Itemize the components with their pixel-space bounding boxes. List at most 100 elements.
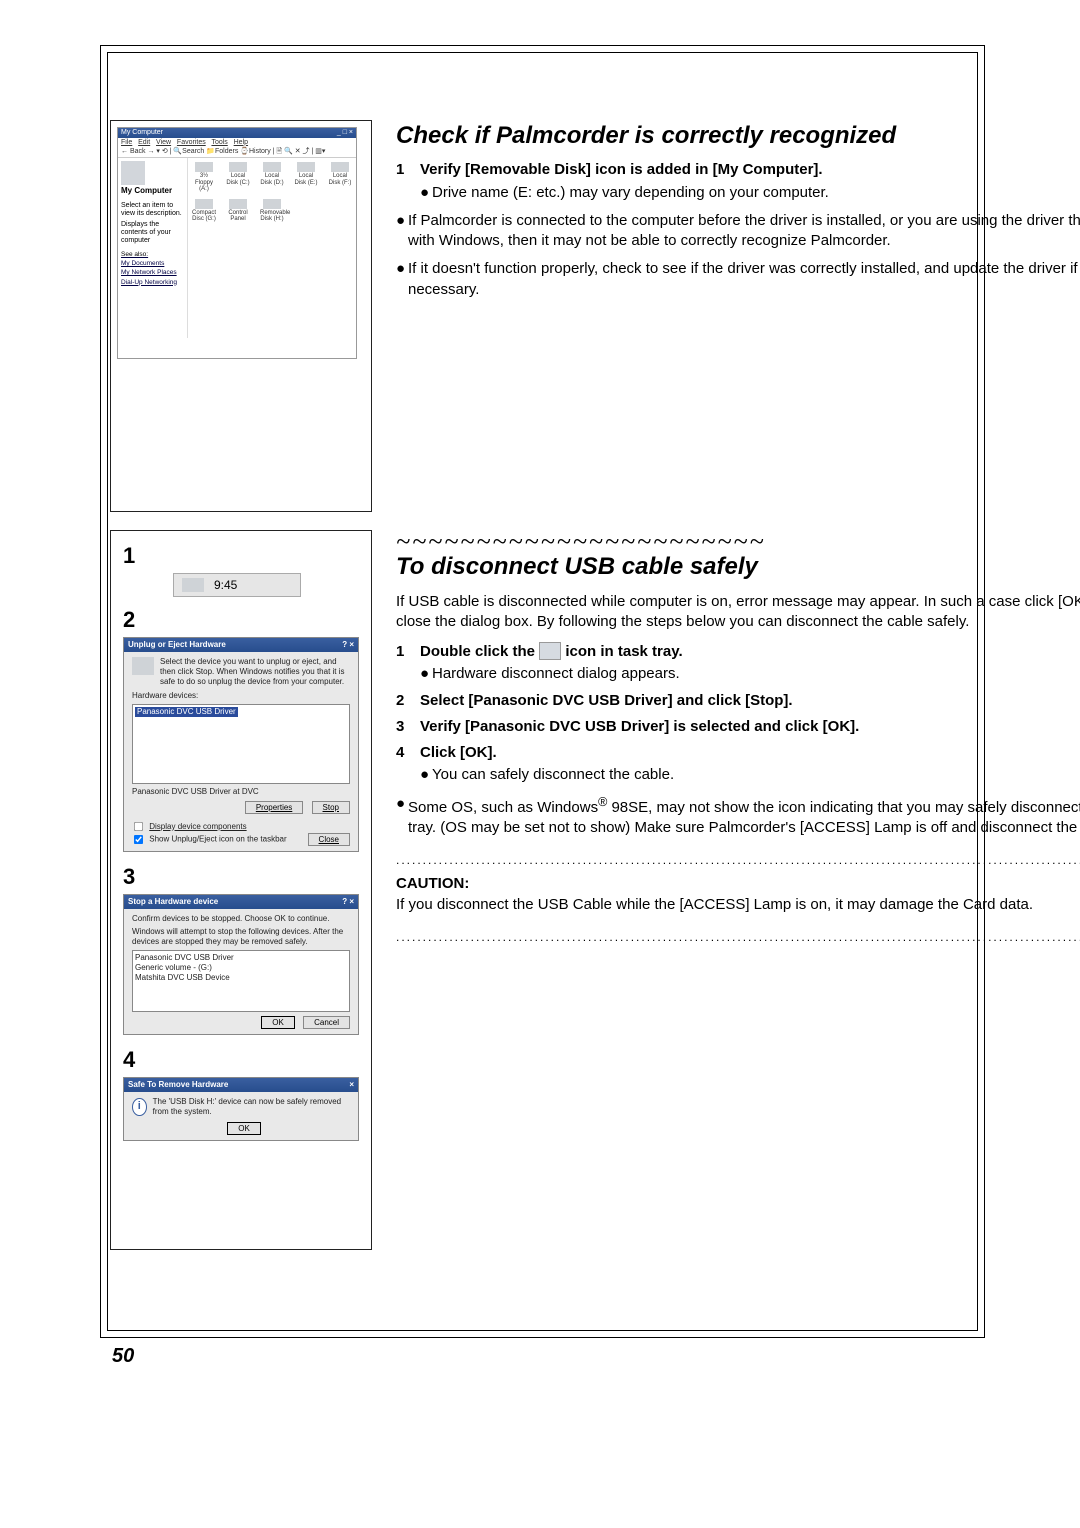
bullet-dot-icon: ● [396, 211, 408, 252]
disk-icon [331, 162, 349, 172]
info-icon: i [132, 1098, 147, 1116]
s2-step1-sub: Hardware disconnect dialog appears. [432, 664, 680, 684]
tray-time: 9:45 [214, 578, 237, 592]
control-panel: Control Panel [228, 210, 247, 223]
close-button[interactable]: Close [308, 833, 350, 846]
unplug-msg: Select the device you want to unplug or … [160, 657, 350, 687]
dotted-divider: ........................................… [396, 852, 1080, 868]
bullet-dot-icon: ● [396, 794, 408, 839]
step-1-number: 1 [123, 543, 359, 569]
cd-icon [195, 199, 213, 209]
s2-note: Some OS, such as Windows® 98SE, may not … [408, 794, 1080, 839]
s1-bullet1: If Palmcorder is connected to the comput… [408, 211, 1080, 252]
s2-step4-num: 4 [396, 743, 420, 763]
s2-step1-num: 1 [396, 642, 420, 662]
bullet-dot-icon: ● [420, 664, 432, 684]
show-tray-icon-checkbox[interactable]: Show Unplug/Eject icon on the taskbar [132, 833, 287, 846]
menu-favorites: Favorites [177, 139, 206, 146]
s1-step1-sub: Drive name (E: etc.) may vary depending … [432, 183, 829, 203]
caution-text: If you disconnect the USB Cable while th… [396, 895, 1080, 915]
window-controls-icon: ? × [342, 640, 354, 650]
link-dialup: Dial-Up Networking [121, 278, 184, 287]
figure-my-computer: My Computer _ □ × File Edit View Favorit… [110, 120, 372, 512]
menu-edit: Edit [138, 139, 150, 146]
eject-icon [539, 642, 561, 660]
s1-step1-text: Verify [Removable Disk] icon is added in… [420, 160, 1080, 180]
figure-disconnect-steps: 1 9:45 2 Unplug or Eject Hardware ? × Se… [110, 530, 372, 1250]
step-4-number: 4 [123, 1047, 359, 1073]
floppy-icon [195, 162, 213, 172]
menu-tools: Tools [211, 139, 227, 146]
eject-dialog-icon [132, 657, 154, 675]
stop-item-1: Panasonic DVC USB Driver [135, 953, 347, 963]
window-controls-icon: ? × [342, 897, 354, 907]
link-mydocs: My Documents [121, 259, 184, 268]
safe-title: Safe To Remove Hardware [128, 1080, 228, 1090]
link-seealso: See also: [121, 250, 184, 259]
removable-disk-icon [263, 199, 281, 209]
stop-title: Stop a Hardware device [128, 897, 218, 907]
s2-step1-text: Double click the icon in task tray. [420, 642, 1080, 662]
mycomputer-window: My Computer _ □ × File Edit View Favorit… [117, 127, 357, 359]
s2-step2-num: 2 [396, 691, 420, 711]
s1-step1-num: 1 [396, 160, 420, 180]
mycomputer-left-hint2: Displays the contents of your computer [121, 221, 184, 244]
unplug-header: Hardware devices: [132, 691, 350, 701]
drive-e: Local Disk (E:) [295, 173, 318, 186]
section2-intro: If USB cable is disconnected while compu… [396, 592, 1080, 633]
safe-remove-dialog: Safe To Remove Hardware × i The 'USB Dis… [123, 1077, 359, 1141]
stop-msg2: Windows will attempt to stop the followi… [132, 927, 350, 947]
link-network: My Network Places [121, 268, 184, 277]
drive-a: 3½ Floppy (A:) [195, 173, 213, 192]
unplug-at-location: Panasonic DVC USB Driver at DVC [132, 787, 350, 797]
drive-f: Local Disk (F:) [329, 173, 352, 186]
stop-msg1: Confirm devices to be stopped. Choose OK… [132, 914, 350, 924]
unplug-selected-device: Panasonic DVC USB Driver [135, 707, 238, 717]
s2-step4-text: Click [OK]. [420, 743, 1080, 763]
control-panel-icon [229, 199, 247, 209]
step-2-number: 2 [123, 607, 359, 633]
step-3-number: 3 [123, 864, 359, 890]
cancel-button[interactable]: Cancel [303, 1016, 350, 1029]
drive-c: Local Disk (C:) [226, 173, 249, 186]
unplug-title: Unplug or Eject Hardware [128, 640, 226, 650]
mycomputer-large-icon [121, 161, 145, 185]
close-icon: × [349, 1080, 354, 1090]
left-column: My Computer _ □ × File Edit View Favorit… [110, 120, 372, 1268]
drive-h: Removable Disk (H:) [260, 210, 290, 223]
disk-icon [263, 162, 281, 172]
stop-device-dialog: Stop a Hardware device ? × Confirm devic… [123, 894, 359, 1035]
s1-bullet2: If it doesn't function properly, check t… [408, 259, 1080, 300]
display-components-checkbox[interactable]: Display device components [132, 822, 247, 831]
right-column: Check if Palmcorder is correctly recogni… [396, 120, 1080, 1268]
bullet-dot-icon: ● [396, 259, 408, 300]
disk-icon [297, 162, 315, 172]
tray-eject-icon [182, 578, 204, 592]
s2-step2-text: Select [Panasonic DVC USB Driver] and cl… [420, 691, 1080, 711]
caution-label: CAUTION: [396, 874, 1080, 894]
menu-file: File [121, 139, 132, 146]
disk-icon [229, 162, 247, 172]
properties-button[interactable]: Properties [245, 801, 303, 814]
menu-view: View [156, 139, 171, 146]
s2-step3-num: 3 [396, 717, 420, 737]
menu-bar: File Edit View Favorites Tools Help [118, 138, 356, 148]
window-controls-icon: _ □ × [337, 129, 353, 137]
drive-g: Compact Disc (G:) [192, 210, 216, 223]
bullet-dot-icon: ● [420, 183, 432, 203]
stop-item-3: Matshita DVC USB Device [135, 973, 347, 983]
mycomputer-left-label: My Computer [121, 187, 184, 196]
unplug-dialog: Unplug or Eject Hardware ? × Select the … [123, 637, 359, 852]
menu-help: Help [234, 139, 248, 146]
s2-step3-text: Verify [Panasonic DVC USB Driver] is sel… [420, 717, 1080, 737]
bullet-dot-icon: ● [420, 765, 432, 785]
ok-button[interactable]: OK [261, 1016, 295, 1029]
dotted-divider: ........................................… [396, 929, 1080, 945]
section2-title: To disconnect USB cable safely [396, 551, 1080, 583]
mycomputer-left-hint: Select an item to view its description. [121, 202, 184, 217]
stop-button[interactable]: Stop [312, 801, 350, 814]
wave-divider: ~~~~~~~~~~~~~~~~~~~~~~~ [396, 530, 1080, 553]
stop-item-2: Generic volume - (G:) [135, 963, 347, 973]
section1-title: Check if Palmcorder is correctly recogni… [396, 120, 1080, 152]
ok-button[interactable]: OK [227, 1122, 261, 1135]
